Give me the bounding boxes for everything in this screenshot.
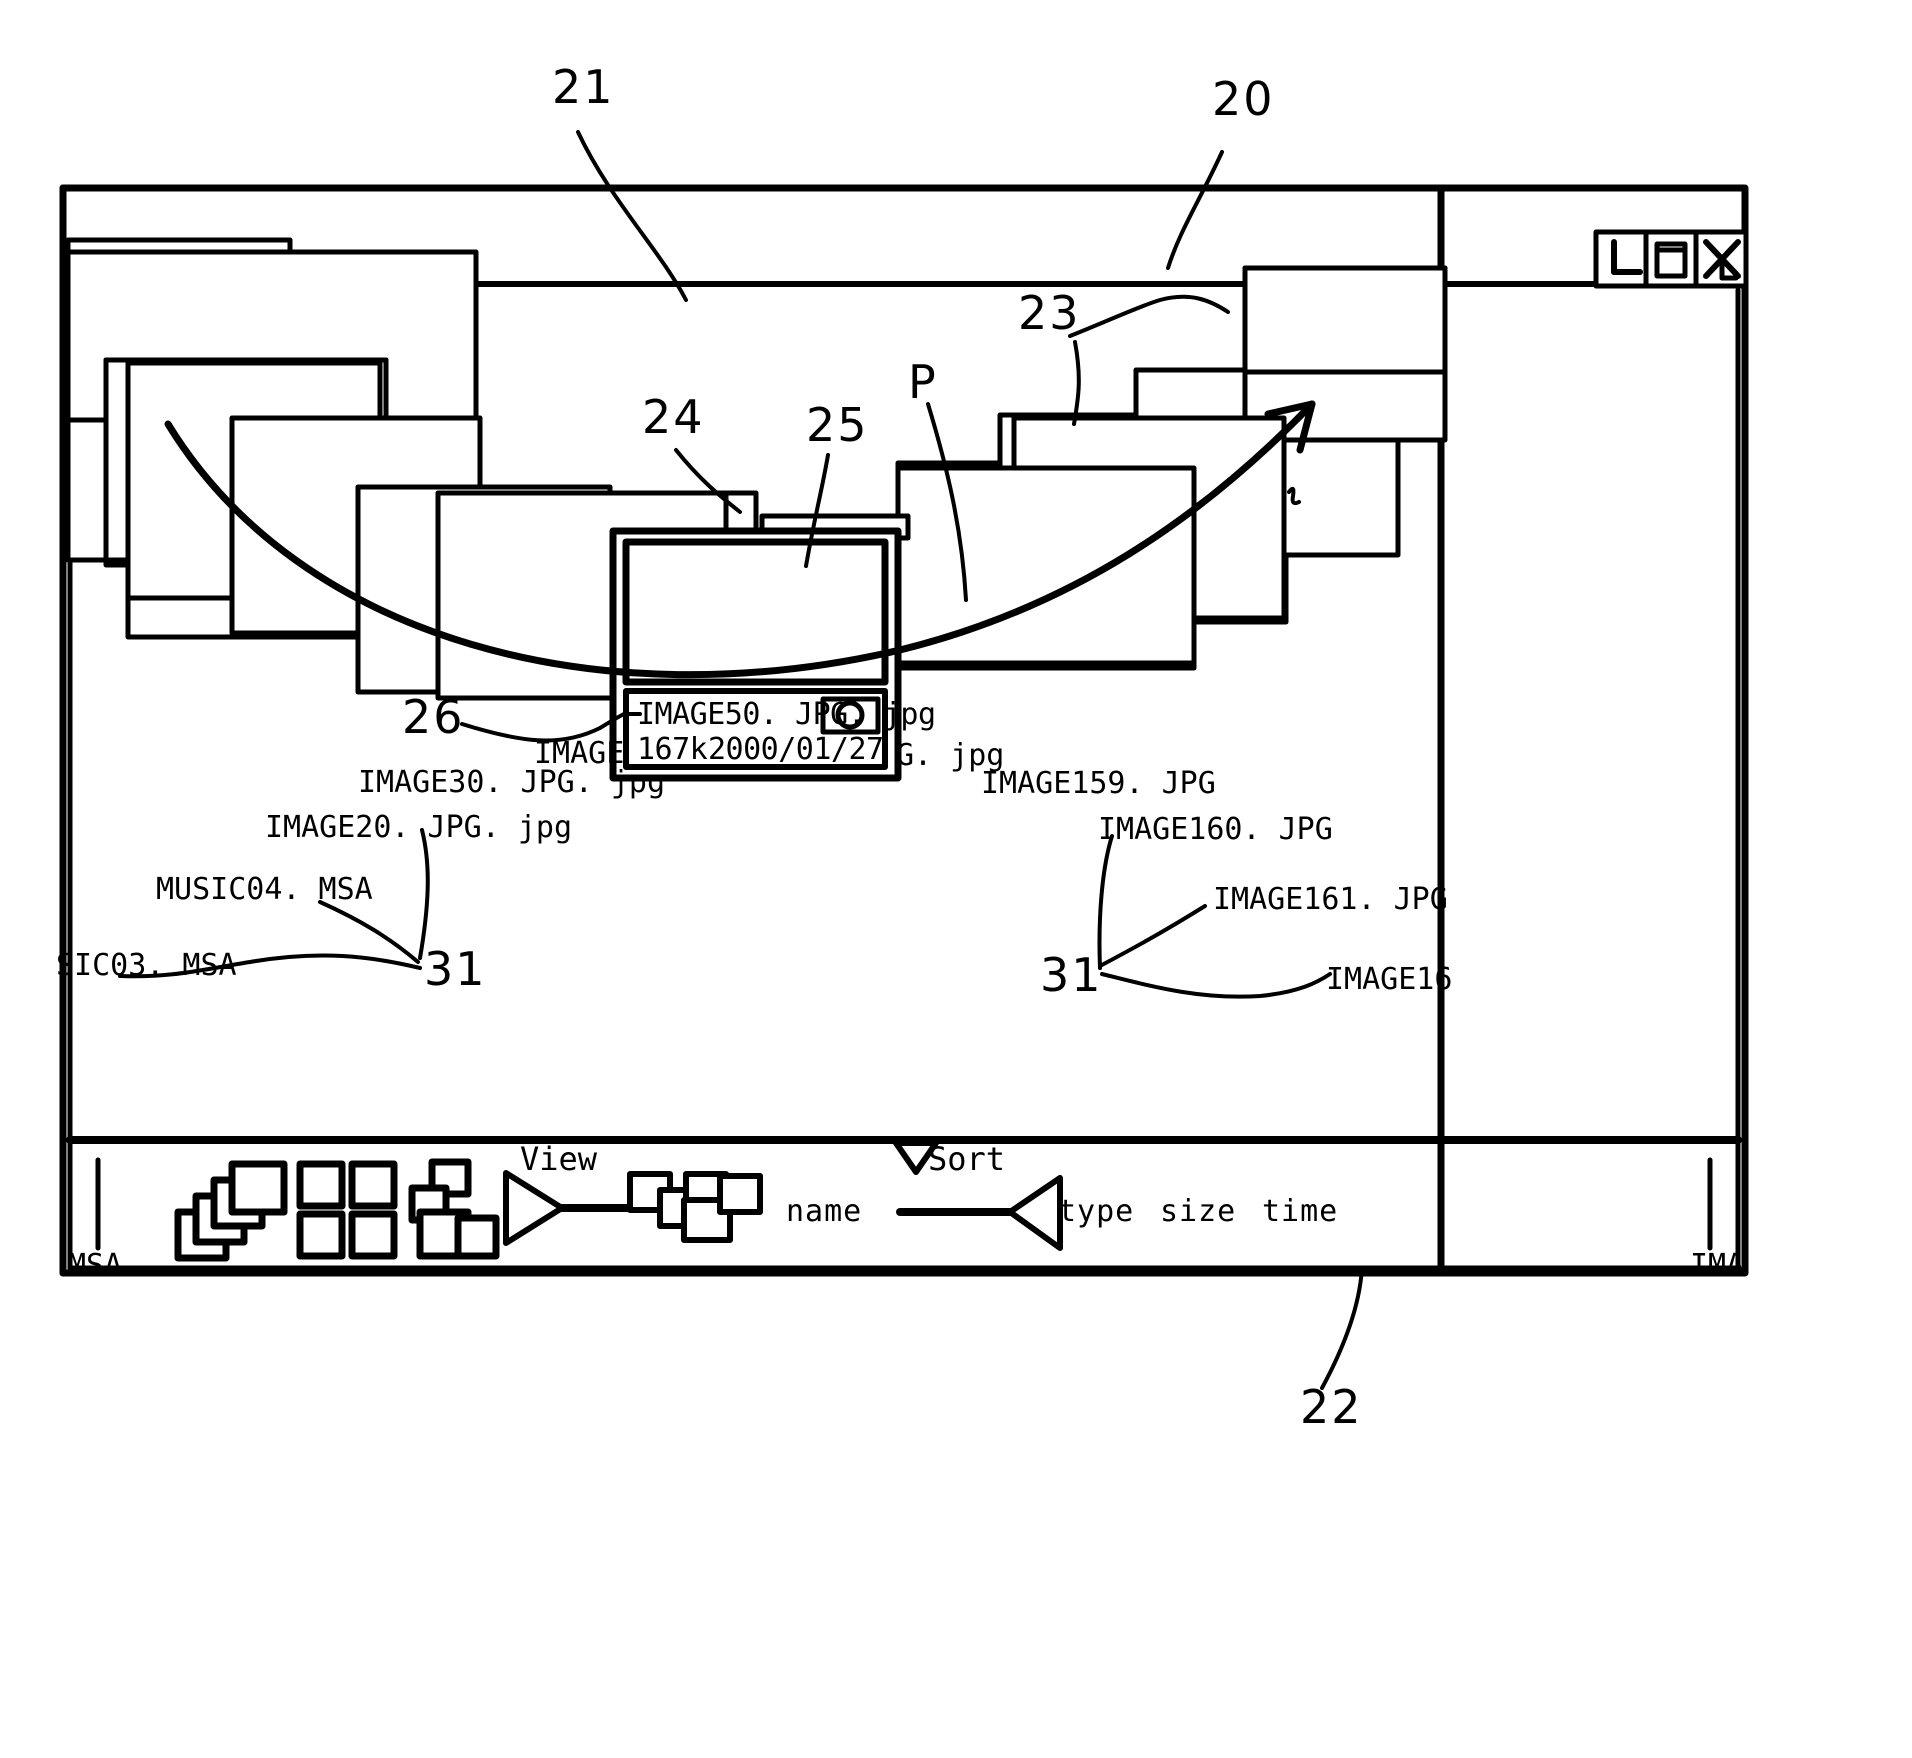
sort-option-name[interactable]: name <box>786 1194 862 1229</box>
view-slider-handle[interactable] <box>500 1170 570 1250</box>
ref-numeral-22: 22 <box>1300 1380 1363 1434</box>
display-area[interactable] <box>70 290 1738 1140</box>
sort-option-size[interactable]: size <box>1160 1194 1236 1229</box>
file-label: MSA <box>68 1248 123 1283</box>
patent-figure: 21 20 23 24 25 P 26 31 31 22 IMAGE50. JP… <box>0 0 1912 1758</box>
sort-option-time[interactable]: time <box>1262 1194 1338 1229</box>
maximize-button[interactable] <box>1646 232 1696 286</box>
ref-numeral-20: 20 <box>1212 72 1275 126</box>
file-label: IMA <box>1690 1248 1745 1283</box>
leader-22 <box>1320 1266 1364 1390</box>
sort-option-type[interactable]: type <box>1058 1194 1134 1229</box>
ref-numeral-21: 21 <box>552 60 615 114</box>
sort-label: Sort <box>928 1140 1006 1178</box>
sort-slider-handle[interactable] <box>1004 1174 1068 1254</box>
cascade-view-button[interactable] <box>172 1158 292 1264</box>
close-button[interactable] <box>1696 232 1746 286</box>
minimize-button[interactable] <box>1596 232 1646 286</box>
overlap-view-button[interactable] <box>626 1170 766 1248</box>
scatter-view-button[interactable] <box>406 1158 502 1264</box>
grid-view-button[interactable] <box>294 1158 400 1264</box>
